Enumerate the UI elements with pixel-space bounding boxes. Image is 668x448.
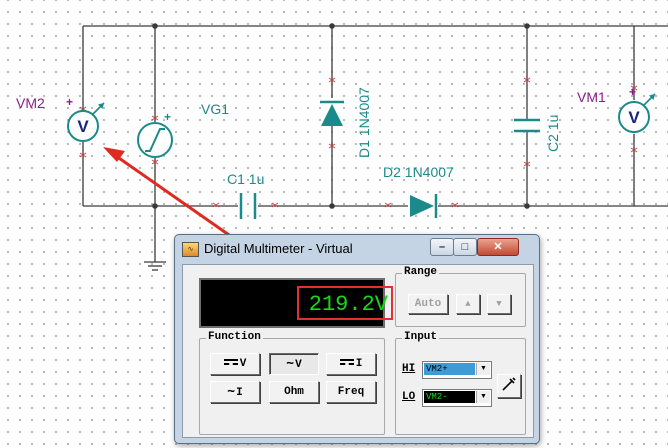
vm2-label: VM2 [16, 95, 45, 111]
ground-icon [144, 261, 166, 271]
ac-icon: ∼ [227, 384, 236, 399]
hi-input-select[interactable]: VM2+ ▼ [422, 361, 492, 379]
input-group: Input HI VM2+ ▼ LO VM2- ▼ [395, 331, 526, 435]
dc-icon [223, 359, 238, 366]
dropdown-arrow-icon[interactable]: ▼ [476, 363, 490, 375]
vm1-symbol: V [628, 108, 640, 127]
hi-label: HI [402, 363, 416, 375]
close-icon: ✕ [493, 241, 503, 253]
diode-icon[interactable] [410, 194, 438, 218]
frequency-button[interactable]: Freq [326, 381, 376, 403]
ac-voltage-button[interactable]: ∼V [269, 353, 319, 375]
reading-value: 219.2V [297, 286, 393, 320]
c2-label: C2 1u [545, 115, 561, 152]
vm1-label: VM1 [577, 89, 606, 105]
hi-input-value: VM2+ [424, 363, 475, 375]
auto-range-button[interactable]: Auto [408, 294, 448, 314]
input-title: Input [402, 331, 440, 343]
range-down-button[interactable]: ▼ [487, 294, 511, 314]
ac-current-button[interactable]: ∼I [210, 381, 260, 403]
vg1-label: VG1 [201, 101, 229, 117]
window-title: Digital Multimeter - Virtual [204, 241, 353, 256]
ac-current-label: I [236, 387, 243, 399]
vm2-plus: + [66, 95, 73, 109]
ohm-button[interactable]: Ohm [269, 381, 319, 403]
reading-display: 219.2V [199, 278, 393, 328]
c1-label: C1 1u [227, 171, 264, 187]
minimize-icon: – [438, 241, 446, 253]
diode-icon[interactable] [320, 100, 344, 126]
dc-voltage-label: V [239, 358, 247, 370]
dropdown-arrow-icon[interactable]: ▼ [476, 391, 490, 403]
dc-current-button[interactable]: I [326, 353, 376, 375]
signal-generator-icon[interactable] [137, 122, 173, 158]
range-title: Range [402, 266, 440, 278]
range-up-button[interactable]: ▲ [456, 294, 480, 314]
multimeter-window[interactable]: ∿ Digital Multimeter - Virtual – □ ✕ 219… [174, 234, 540, 444]
probe-button[interactable] [497, 374, 521, 398]
ac-voltage-label: V [295, 359, 302, 371]
close-button[interactable]: ✕ [477, 238, 519, 256]
vm1-plus: + [629, 85, 636, 99]
lo-input-select[interactable]: VM2- ▼ [422, 389, 492, 407]
multimeter-panel: 219.2V Range Auto ▲ ▼ Function V ∼V I ∼I… [182, 264, 534, 438]
minimize-button[interactable]: – [430, 238, 454, 256]
d1-label: D1 1N4007 [356, 87, 372, 158]
maximize-button[interactable]: □ [453, 238, 477, 256]
ac-icon: ∼ [286, 356, 295, 371]
d2-label: D2 1N4007 [383, 164, 454, 180]
lo-label: LO [402, 391, 416, 403]
dc-icon [339, 359, 354, 366]
capacitor-icon[interactable] [514, 118, 540, 133]
vm2-symbol: V [77, 117, 89, 136]
multimeter-icon: ∿ [182, 242, 199, 257]
dc-current-label: I [355, 358, 363, 370]
vg1-plus: + [164, 110, 171, 124]
range-group: Range Auto ▲ ▼ [395, 266, 526, 327]
capacitor-icon[interactable] [239, 193, 257, 219]
title-bar[interactable]: ∿ Digital Multimeter - Virtual – □ ✕ [175, 235, 539, 261]
maximize-icon: □ [461, 241, 469, 253]
probe-icon [502, 377, 516, 391]
voltmeter-icon[interactable]: V [618, 93, 656, 133]
function-group: Function V ∼V I ∼I Ohm Freq [199, 331, 385, 435]
function-title: Function [206, 331, 263, 343]
dc-voltage-button[interactable]: V [210, 353, 260, 375]
lo-input-value: VM2- [424, 391, 475, 403]
voltmeter-icon[interactable]: V [67, 102, 105, 142]
